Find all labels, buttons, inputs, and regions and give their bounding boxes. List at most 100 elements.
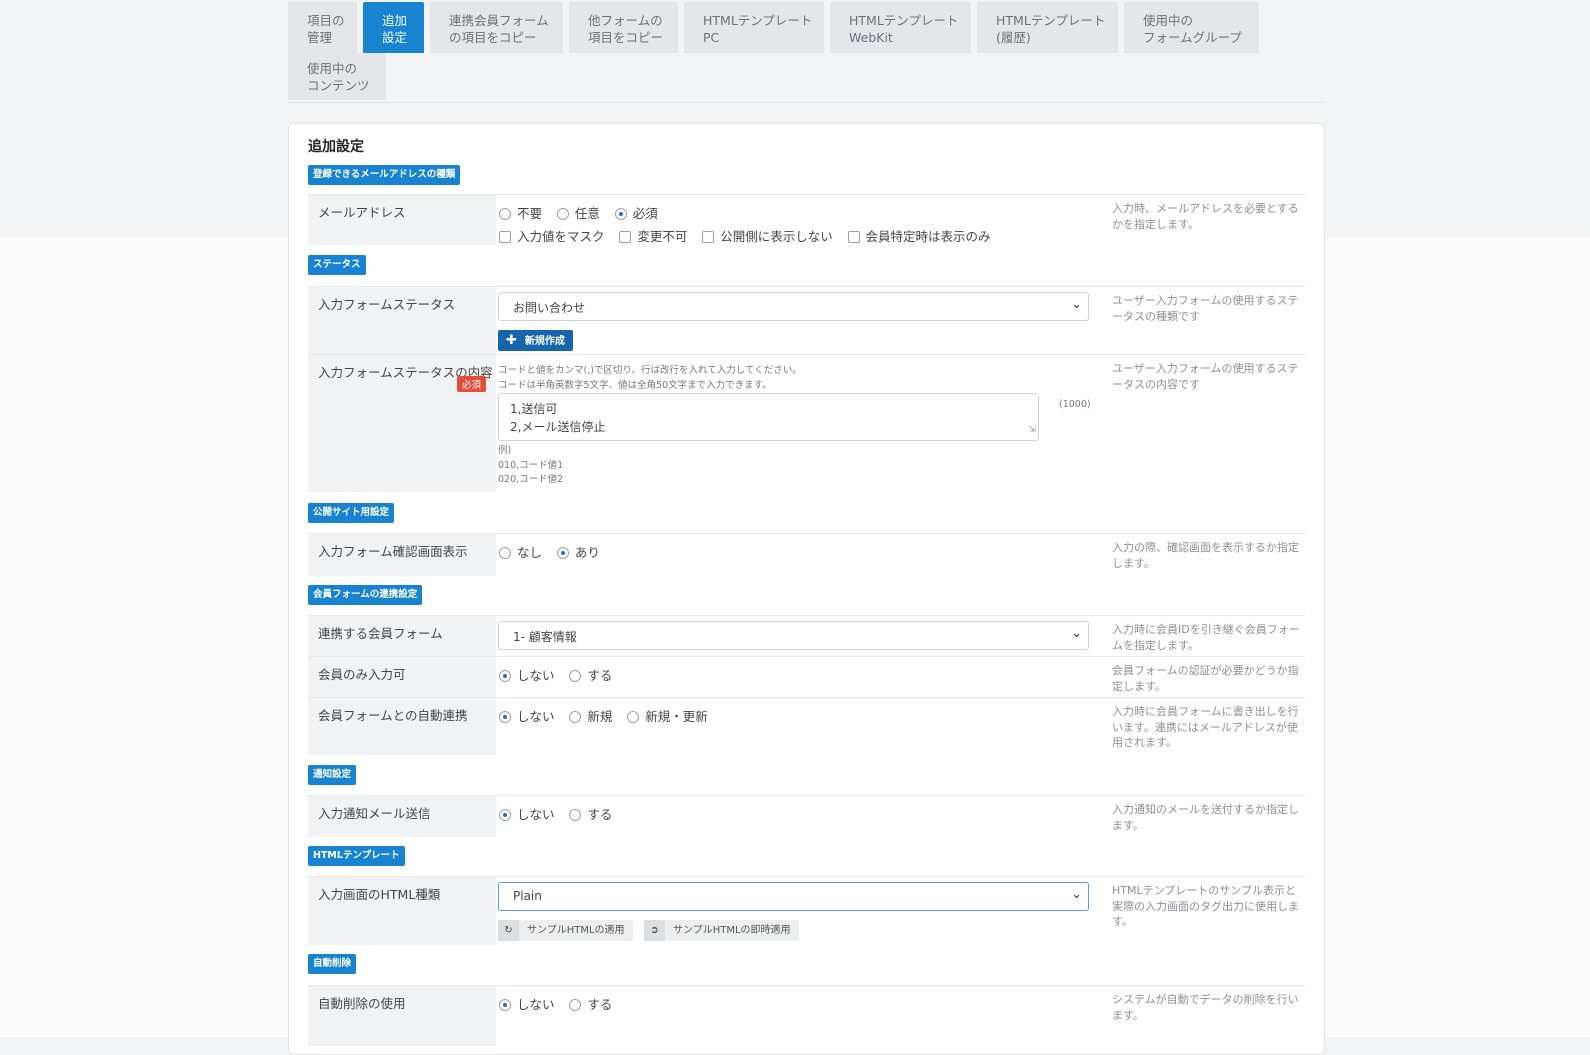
tab-html-template-webkit[interactable]: HTMLテンプレート WebKit	[830, 2, 971, 53]
row-label: 入力フォームステータス	[308, 287, 496, 355]
tab-label-line1: HTMLテンプレート	[996, 13, 1106, 28]
option-label: 不要	[517, 206, 543, 221]
radio-option-off[interactable]: しない	[499, 807, 555, 822]
tab-label-line1: HTMLテンプレート	[703, 13, 813, 28]
radio-icon	[569, 999, 582, 1011]
tab-label-line2: フォームグループ	[1143, 30, 1242, 45]
resize-handle-icon[interactable]: ⇲	[1028, 421, 1036, 439]
radio-icon	[569, 711, 582, 723]
tab-label-line2: の項目をコピー	[449, 30, 537, 45]
checkbox-hide-public[interactable]: 公開側に表示しない	[702, 229, 833, 244]
status-content-textarea[interactable]: 1,送信可 2,メール送信停止 ⇲	[498, 393, 1039, 441]
html-type-select[interactable]: Plain ⌄	[498, 882, 1089, 911]
tab-label-line1: 連携会員フォーム	[449, 13, 549, 28]
radio-option-on[interactable]: する	[569, 668, 612, 683]
radio-option-on[interactable]: する	[569, 997, 612, 1012]
option-label: する	[587, 997, 613, 1012]
tab-label-line2: PC	[703, 30, 720, 45]
checkbox-display-only[interactable]: 会員特定時は表示のみ	[847, 229, 991, 244]
radio-option-new-update[interactable]: 新規・更新	[627, 709, 708, 724]
checkbox-icon	[847, 231, 860, 243]
chevron-down-icon: ⌄	[1071, 297, 1082, 312]
tab-additional-settings[interactable]: 追加 設定	[363, 2, 424, 53]
radio-option-yes[interactable]: あり	[556, 545, 600, 560]
tab-item-management[interactable]: 項目の 管理	[288, 2, 357, 53]
instruction-line: コードと値をカンマ(,)で区切り、行は改行を入れて入力してください。	[498, 365, 802, 376]
apply-sample-html-button[interactable]: ↻ サンプルHTMLの適用	[498, 920, 633, 941]
radio-option-optional[interactable]: 任意	[556, 206, 600, 221]
help-text: 入力の際、確認画面を表示するか指定します。	[1112, 541, 1299, 570]
radio-icon	[569, 809, 582, 821]
radio-option-required[interactable]: 必須	[614, 206, 658, 221]
radio-icon	[627, 711, 640, 723]
help-text: ユーザー入力フォームの使用するステータスの内容です	[1112, 362, 1299, 391]
radio-option-off[interactable]: しない	[499, 709, 555, 724]
member-form-select[interactable]: 1- 顧客情報 ⌄	[498, 621, 1089, 650]
checkbox-mask-input[interactable]: 入力値をマスク	[499, 229, 605, 244]
notify-radio-group: しない する	[499, 804, 623, 823]
section-public-site: 公開サイト用設定	[308, 503, 395, 523]
example-text: 例) 010,コード値1 020,コード値2	[498, 444, 563, 488]
row-member-only: 会員のみ入力可 しない する 会員フォームの認証が必要かどうか指定します。	[308, 656, 1305, 698]
tab-html-template-pc[interactable]: HTMLテンプレート PC	[684, 2, 824, 53]
radio-option-none[interactable]: 不要	[499, 206, 542, 221]
tab-label-line2: WebKit	[849, 30, 893, 45]
row-confirm-screen: 入力フォーム確認画面表示 なし あり 入力の際、確認画面を表示するか指定します。	[308, 533, 1305, 576]
help-text: 入力時に会員IDを引き継ぐ会員フォームを指定します。	[1112, 623, 1300, 652]
row-status-content: 入力フォームステータスの内容 必須 コードと値をカンマ(,)で区切り、行は改行を…	[308, 354, 1305, 492]
radio-icon	[499, 208, 511, 220]
tab-label-line2: コンテンツ	[307, 78, 370, 93]
export-icon: ➲	[644, 920, 665, 941]
row-status-form: 入力フォームステータス お問い合わせ ⌄ ✚ 新規作成 ユーザー入力フォームの使用…	[308, 286, 1305, 355]
section-status: ステータス	[308, 255, 366, 275]
apply-sample-html-now-button[interactable]: ➲ サンプルHTMLの即時適用	[644, 920, 799, 941]
row-label: 入力フォーム確認画面表示	[308, 534, 496, 576]
email-check-group: 入力値をマスク 変更不可 公開側に表示しない 会員特定時は表示のみ	[499, 226, 1002, 245]
radio-icon	[499, 547, 511, 559]
checkbox-icon	[702, 231, 715, 243]
tab-label-line2: 設定	[382, 30, 408, 45]
button-label: 新規作成	[524, 336, 565, 347]
radio-checked-icon	[499, 809, 511, 821]
radio-icon	[569, 670, 582, 682]
option-label: 新規	[587, 709, 613, 724]
select-value: お問い合わせ	[513, 301, 586, 315]
checkbox-not-editable[interactable]: 変更不可	[619, 229, 687, 244]
auto-link-radio-group: しない 新規 新規・更新	[499, 706, 719, 725]
help-text: 入力時に会員フォームに書き出しを行います。連携にはメールアドレスが使用されます。	[1112, 705, 1299, 749]
radio-option-on[interactable]: する	[569, 807, 612, 822]
help-text: 入力通知のメールを送付するか指定します。	[1112, 803, 1299, 832]
chevron-down-icon: ⌄	[1071, 626, 1082, 641]
section-html-template: HTMLテンプレート	[308, 846, 405, 866]
tab-form-groups[interactable]: 使用中の フォームグループ	[1124, 2, 1259, 53]
tab-contents-in-use[interactable]: 使用中の コンテンツ	[288, 53, 386, 100]
tab-bar: 項目の 管理 追加 設定 連携会員フォーム の項目をコピー 他フォームの 項目を…	[288, 0, 1323, 103]
status-select[interactable]: お問い合わせ ⌄	[498, 292, 1089, 321]
radio-option-no[interactable]: なし	[499, 545, 542, 560]
row-label: 入力画面のHTML種類	[308, 877, 496, 945]
textarea-line: 1,送信可	[510, 402, 558, 416]
row-email: メールアドレス 不要 任意 必須 入力値をマスク 変更不可 公開側に表示しない …	[308, 194, 1305, 245]
radio-option-off[interactable]: しない	[499, 997, 555, 1012]
tab-label-line1: 使用中の	[1143, 13, 1194, 28]
row-label: 自動削除の使用	[308, 986, 496, 1046]
radio-option-new[interactable]: 新規	[569, 709, 612, 724]
select-value: Plain	[513, 889, 542, 903]
row-member-form: 連携する会員フォーム 1- 顧客情報 ⌄ 入力時に会員IDを引き継ぐ会員フォーム…	[308, 615, 1305, 657]
radio-option-off[interactable]: しない	[499, 668, 555, 683]
textarea-line: 2,メール送信停止	[510, 420, 606, 434]
tab-label-line1: 使用中の	[307, 61, 358, 76]
tab-html-template-history[interactable]: HTMLテンプレート (履歴)	[977, 2, 1118, 53]
tab-copy-other-form[interactable]: 他フォームの 項目をコピー	[569, 2, 678, 53]
tab-copy-member-form[interactable]: 連携会員フォーム の項目をコピー	[430, 2, 563, 53]
row-html-type: 入力画面のHTML種類 Plain ⌄ ↻ サンプルHTMLの適用 ➲ サンプルHT…	[308, 876, 1305, 945]
new-status-button[interactable]: ✚ 新規作成	[498, 330, 573, 351]
row-notify-mail: 入力通知メール送信 しない する 入力通知のメールを送付するか指定します。	[308, 795, 1305, 837]
checkbox-icon	[619, 231, 632, 243]
option-label: する	[587, 668, 613, 683]
option-label: 会員特定時は表示のみ	[865, 229, 991, 244]
option-label: 変更不可	[637, 229, 688, 244]
tab-label-line2: 項目をコピー	[588, 30, 664, 45]
row-label: 会員フォームとの自動連携	[308, 698, 496, 755]
option-label: しない	[517, 709, 555, 724]
